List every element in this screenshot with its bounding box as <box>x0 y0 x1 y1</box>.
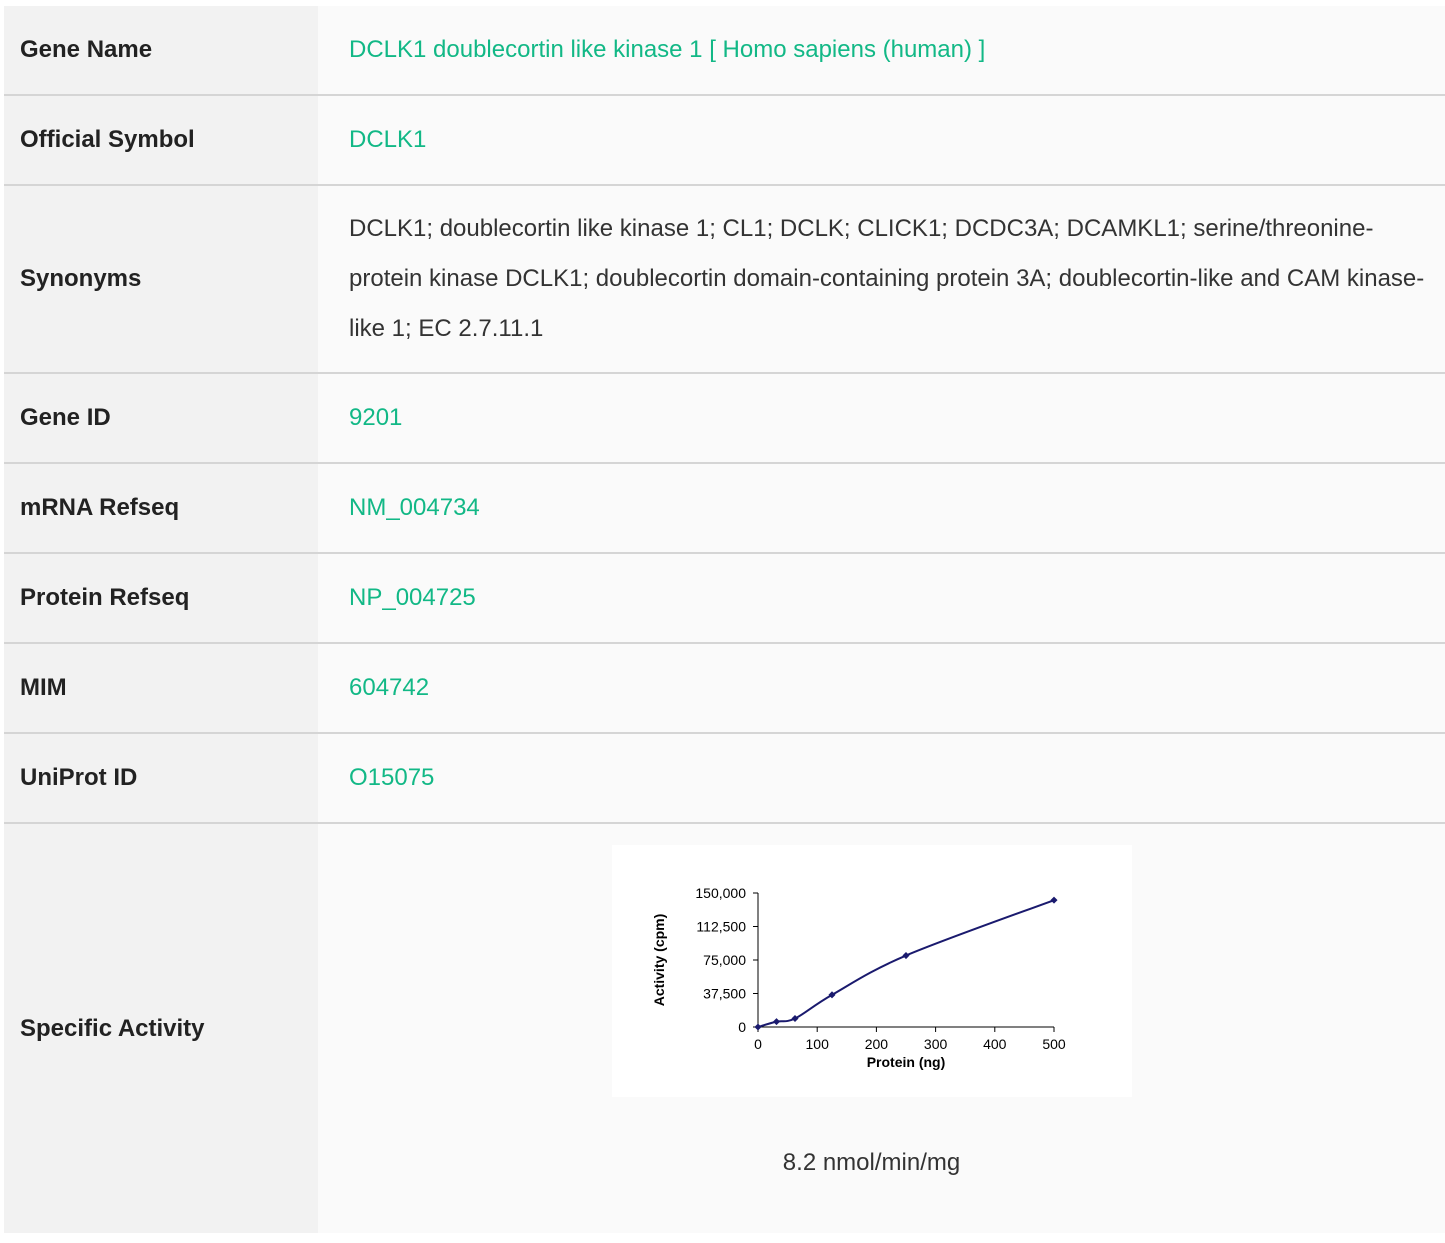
x-ticks: 0 100 200 300 400 500 <box>754 1027 1066 1052</box>
y-tick-label: 112,500 <box>696 919 746 935</box>
row-protein-refseq: Protein Refseq NP_004725 <box>4 554 1445 644</box>
row-mrna-refseq: mRNA Refseq NM_004734 <box>4 464 1445 554</box>
x-tick-label: 200 <box>864 1036 888 1052</box>
row-gene-name: Gene Name DCLK1 doublecortin like kinase… <box>4 6 1445 96</box>
mim-value-cell: 604742 <box>318 644 1445 732</box>
mim-link[interactable]: 604742 <box>349 674 429 702</box>
specific-activity-value: 8.2 nmol/min/mg <box>782 1149 961 1176</box>
row-specific-activity: Specific Activity 0 37,500 75,000 112,500 15… <box>4 824 1445 1233</box>
gene-name-value-cell: DCLK1 doublecortin like kinase 1 [ Homo … <box>318 6 1445 94</box>
data-point <box>901 951 910 960</box>
protein-refseq-link[interactable]: NP_004725 <box>349 584 476 612</box>
gene-name-link[interactable]: DCLK1 doublecortin like kinase 1 [ Homo … <box>349 36 985 64</box>
x-tick-label: 400 <box>983 1036 1007 1052</box>
synonyms-label: Synonyms <box>4 186 318 372</box>
y-tick-label: 150,000 <box>695 885 746 901</box>
gene-name-label: Gene Name <box>4 6 318 94</box>
official-symbol-label: Official Symbol <box>4 96 318 184</box>
y-tick-label: 0 <box>738 1019 746 1035</box>
series-points <box>753 896 1058 1031</box>
data-point <box>753 1023 762 1031</box>
gene-id-label: Gene ID <box>4 374 318 462</box>
row-uniprot-id: UniProt ID O15075 <box>4 734 1445 824</box>
activity-chart: 0 37,500 75,000 112,500 150,000 0 100 200 300 40… <box>611 845 1132 1097</box>
row-mim: MIM 604742 <box>4 644 1445 734</box>
activity-chart-svg: 0 37,500 75,000 112,500 150,000 0 100 200 300 40… <box>651 885 1066 1070</box>
y-axis-title: Activity (cpm) <box>651 914 667 1007</box>
uniprot-id-value-cell: O15075 <box>318 734 1445 822</box>
y-ticks: 0 37,500 75,000 112,500 150,000 <box>695 885 758 1035</box>
x-tick-label: 100 <box>805 1036 829 1052</box>
official-symbol-link[interactable]: DCLK1 <box>349 126 426 154</box>
x-tick-label: 0 <box>754 1036 762 1052</box>
protein-refseq-value-cell: NP_004725 <box>318 554 1445 642</box>
x-axis-title: Protein (ng) <box>866 1054 945 1070</box>
x-tick-label: 500 <box>1042 1036 1066 1052</box>
mrna-refseq-value-cell: NM_004734 <box>318 464 1445 552</box>
gene-info-table: Gene Name DCLK1 doublecortin like kinase… <box>4 6 1445 1233</box>
mrna-refseq-link[interactable]: NM_004734 <box>349 494 480 522</box>
row-official-symbol: Official Symbol DCLK1 <box>4 96 1445 186</box>
mim-label: MIM <box>4 644 318 732</box>
gene-id-value-cell: 9201 <box>318 374 1445 462</box>
uniprot-id-label: UniProt ID <box>4 734 318 822</box>
protein-refseq-label: Protein Refseq <box>4 554 318 642</box>
official-symbol-value-cell: DCLK1 <box>318 96 1445 184</box>
specific-activity-value-cell: 0 37,500 75,000 112,500 150,000 0 100 200 300 40… <box>318 824 1445 1233</box>
gene-id-link[interactable]: 9201 <box>349 404 402 432</box>
synonyms-text: DCLK1; doublecortin like kinase 1; CL1; … <box>349 215 1425 342</box>
specific-activity-label: Specific Activity <box>4 824 318 1233</box>
row-synonyms: Synonyms DCLK1; doublecortin like kinase… <box>4 186 1445 374</box>
series-line <box>757 899 1054 1028</box>
data-point <box>772 1018 780 1026</box>
uniprot-id-link[interactable]: O15075 <box>349 764 434 792</box>
mrna-refseq-label: mRNA Refseq <box>4 464 318 552</box>
synonyms-value-cell: DCLK1; doublecortin like kinase 1; CL1; … <box>318 186 1445 372</box>
y-tick-label: 75,000 <box>703 952 746 968</box>
row-gene-id: Gene ID 9201 <box>4 374 1445 464</box>
y-tick-label: 37,500 <box>703 986 746 1002</box>
x-tick-label: 300 <box>923 1036 947 1052</box>
data-point <box>1049 896 1058 904</box>
